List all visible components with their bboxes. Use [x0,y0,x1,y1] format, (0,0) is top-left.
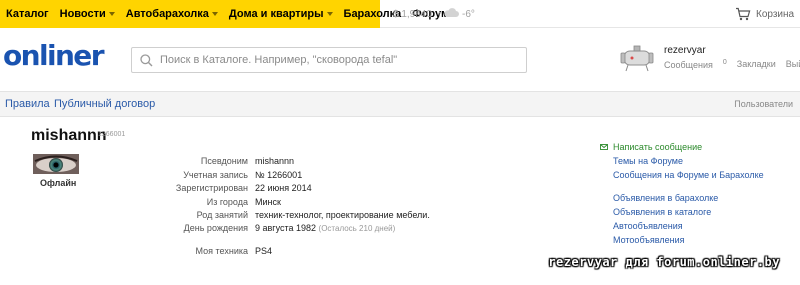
nav-item-auto[interactable]: Автобарахолка [126,8,218,20]
auto-ads-link[interactable]: Автообъявления [613,221,683,231]
main-nav: Каталог Новости Автобарахолка Дома и ква… [0,0,449,28]
forum-posts-link[interactable]: Сообщения на Форуме и Барахолке [613,170,764,180]
top-bar: Каталог Новости Автобарахолка Дома и ква… [0,0,800,28]
cart-icon[interactable] [735,7,751,21]
chevron-down-icon [326,12,333,16]
cart-link[interactable]: Корзина [756,0,794,28]
search-input[interactable] [160,54,520,66]
onliner-logo[interactable]: onliner [3,41,105,71]
field-label: Псевдоним [200,156,248,166]
field-label: Из города [206,197,248,207]
field-label: Моя техника [195,246,248,256]
days-left-note: (Осталось 210 дней) [318,224,396,233]
user-avatar[interactable] [618,43,658,73]
arrow-up-icon: ↑ [436,8,442,20]
forum-topics-link[interactable]: Темы на Форуме [613,156,683,166]
profile-nickname: mishannn [31,127,107,144]
field-value: 22 июня 2014 [255,183,312,193]
search-bar[interactable] [131,47,527,73]
field-value: mishannn [255,156,295,166]
field-label: Род занятий [196,210,248,220]
search-icon [140,53,153,66]
logout-link[interactable]: Выйти [786,59,800,70]
online-status: Офлайн [40,178,77,188]
messages-count: 0 [722,59,727,66]
public-contract-link[interactable]: Публичный договор [54,98,155,110]
send-message-link[interactable]: Написать сообщение [613,142,702,152]
field-label: Учетная запись [183,170,248,180]
chevron-down-icon [211,12,218,16]
chevron-down-icon [108,12,115,16]
forum-subnav: Правила Публичный договор Пользователи [0,91,800,117]
envelope-icon [600,144,608,150]
field-value: Минск [255,197,281,207]
user-links: Сообщения0 Закладки Выйти [664,59,800,70]
users-link[interactable]: Пользователи [734,99,793,109]
profile-id-small: 1266001 [98,131,126,138]
nav-item-catalog[interactable]: Каталог [6,8,49,20]
field-value: техник-технолог, проектирование мебели. [255,210,430,220]
currency-rate[interactable]: $ 1,9640 ↑ [393,0,442,28]
watermark: rezervyar для forum.onliner.by [548,255,780,269]
user-name[interactable]: rezervyar [664,45,706,56]
weather-temp[interactable]: -6° [462,0,475,28]
baraholka-ads-link[interactable]: Объявления в барахолке [613,193,718,203]
moto-ads-link[interactable]: Мотообъявления [613,235,685,245]
field-value: 9 августа 1982 (Осталось 210 дней) [255,223,396,233]
field-value: № 1266001 [255,170,303,180]
cloud-icon [444,8,459,17]
rules-link[interactable]: Правила [5,98,50,110]
catalog-ads-link[interactable]: Объявления в каталоге [613,207,711,217]
nav-item-news[interactable]: Новости [60,8,115,20]
field-label: Зарегистрирован [175,183,248,193]
bookmarks-link[interactable]: Закладки [737,59,776,70]
field-label: День рождения [183,223,248,233]
profile-avatar [33,154,79,174]
field-value: PS4 [255,246,273,256]
messages-link[interactable]: Сообщения 0 [664,59,727,70]
nav-item-realty[interactable]: Дома и квартиры [229,8,333,20]
